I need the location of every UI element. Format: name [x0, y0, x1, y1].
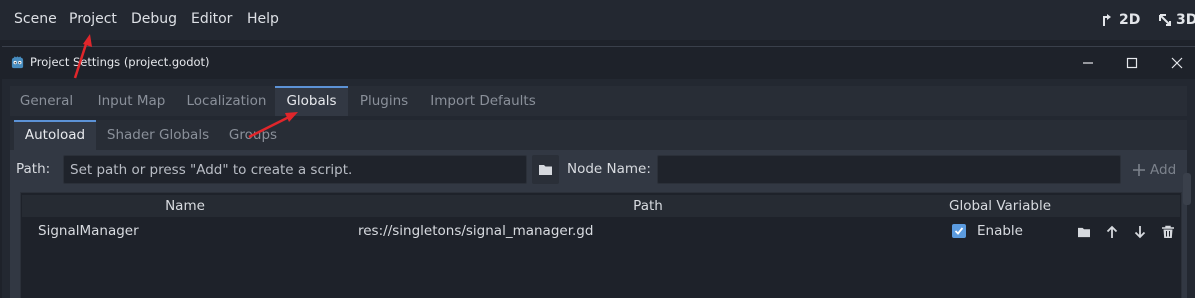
enable-label: Enable — [977, 223, 1023, 239]
tab-localization[interactable]: Localization — [178, 86, 275, 116]
column-header-path: Path — [633, 198, 663, 214]
checkmark-icon — [954, 227, 964, 235]
path-input[interactable]: Set path or press "Add" to create a scri… — [63, 155, 527, 184]
browse-path-button[interactable] — [532, 155, 559, 184]
tab-shader-globals[interactable]: Shader Globals — [98, 120, 218, 150]
plus-icon — [1133, 163, 1145, 176]
column-header-name: Name — [165, 198, 205, 214]
tab-plugins[interactable]: Plugins — [349, 86, 419, 116]
minimize-icon — [1083, 62, 1093, 64]
table-header: Name Path Global Variable — [22, 195, 1180, 217]
enable-checkbox[interactable] — [952, 224, 966, 238]
settings-tab-bar: General Input Map Localization Globals P… — [10, 86, 1187, 116]
autoload-table: Name Path Global Variable SignalManager … — [20, 192, 1182, 298]
globals-subtab-bar: Autoload Shader Globals Groups — [10, 120, 1187, 150]
tab-input-map[interactable]: Input Map — [86, 86, 177, 116]
2d-mode-icon — [1103, 14, 1111, 26]
tab-groups[interactable]: Groups — [219, 120, 287, 150]
godot-icon — [11, 56, 24, 69]
close-icon — [1171, 57, 1183, 69]
mode-2d-button[interactable]: 2D — [1100, 12, 1140, 28]
dialog-scrollbar[interactable] — [1183, 173, 1191, 205]
project-settings-dialog: Project Settings (project.godot) General… — [2, 46, 1195, 298]
close-button[interactable] — [1168, 54, 1186, 72]
menu-help[interactable]: Help — [247, 11, 279, 27]
menu-scene[interactable]: Scene — [14, 11, 57, 27]
tab-autoload[interactable]: Autoload — [14, 120, 96, 150]
maximize-button[interactable] — [1123, 54, 1141, 72]
minimize-button[interactable] — [1079, 54, 1097, 72]
add-label: Add — [1150, 161, 1177, 178]
move-up-button[interactable] — [1103, 223, 1121, 241]
menu-project[interactable]: Project — [69, 11, 117, 27]
table-row[interactable]: SignalManager res://singletons/signal_ma… — [22, 219, 1180, 243]
tab-general[interactable]: General — [10, 86, 83, 116]
autoload-panel: Path: Set path or press "Add" to create … — [10, 150, 1187, 298]
node-name-label: Node Name: — [567, 161, 651, 177]
dialog-titlebar[interactable]: Project Settings (project.godot) — [2, 47, 1195, 79]
path-label: Path: — [16, 161, 51, 177]
delete-autoload-button[interactable] — [1159, 223, 1177, 241]
folder-icon — [539, 165, 552, 175]
node-name-input[interactable] — [657, 155, 1121, 184]
mode-3d-label: 3D — [1176, 12, 1195, 28]
folder-icon — [1078, 227, 1090, 238]
autoload-name-cell[interactable]: SignalManager — [38, 223, 139, 239]
tab-import-defaults[interactable]: Import Defaults — [420, 86, 546, 116]
column-header-global-variable: Global Variable — [948, 198, 1051, 214]
add-autoload-button[interactable]: Add — [1128, 155, 1182, 184]
menu-debug[interactable]: Debug — [131, 11, 177, 27]
move-down-button[interactable] — [1131, 223, 1149, 241]
mode-3d-button[interactable]: 3D — [1157, 12, 1195, 28]
dialog-title: Project Settings (project.godot) — [30, 55, 210, 69]
editor-menubar: Scene Project Debug Editor Help 2D 3D — [0, 0, 1195, 40]
trash-icon — [1162, 225, 1174, 238]
autoload-path-cell[interactable]: res://singletons/signal_manager.gd — [358, 223, 593, 239]
tab-globals[interactable]: Globals — [275, 86, 348, 116]
3d-mode-icon — [1159, 14, 1171, 26]
mode-2d-label: 2D — [1119, 12, 1141, 28]
arrow-up-icon — [1106, 225, 1118, 238]
menu-editor[interactable]: Editor — [191, 11, 232, 27]
open-script-button[interactable] — [1075, 223, 1093, 241]
maximize-icon — [1126, 57, 1138, 69]
arrow-down-icon — [1134, 226, 1146, 239]
